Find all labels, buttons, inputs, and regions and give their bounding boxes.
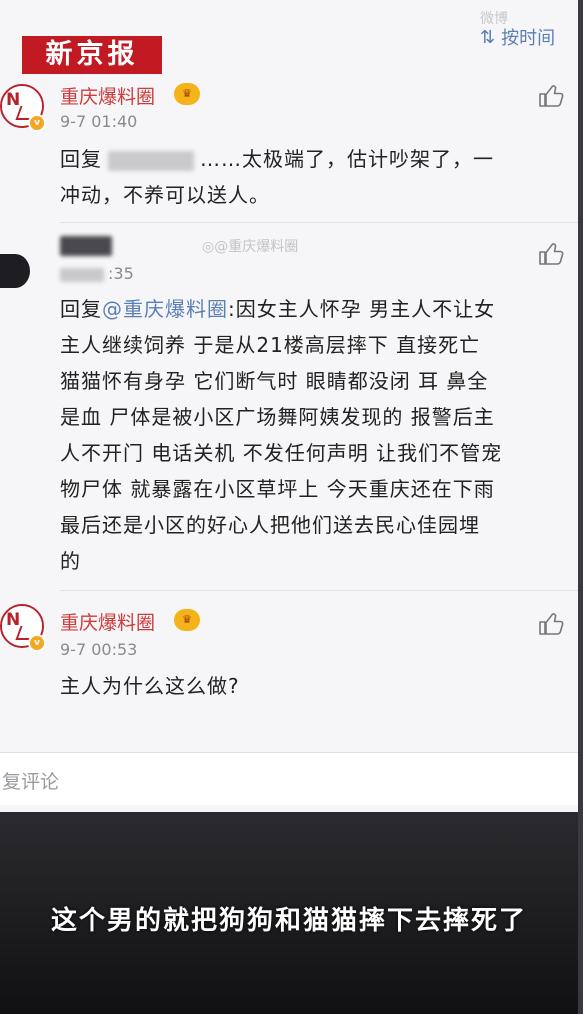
comment-username[interactable]: 重庆爆料圈	[60, 82, 155, 109]
verified-badge-icon: v	[28, 114, 46, 132]
comment-line: 主人继续饲养 于是从21楼高层摔下 直接死亡	[60, 333, 481, 357]
comment-line: 的	[60, 549, 81, 573]
weibo-logo-icon: ◎	[202, 239, 215, 255]
comment-line: 物尸体 就暴露在小区草坪上 今天重庆还在下雨	[60, 477, 495, 501]
comment-text-line1: ……太极端了，估计吵架了，一	[200, 147, 494, 171]
comment-text: 回复 ……太极端了，估计吵架了，一 冲动，不养可以送人。	[60, 141, 494, 213]
video-frame-edge	[578, 0, 583, 1014]
weibo-watermark: ◎@重庆爆料圈	[202, 239, 299, 255]
comment-time: :35	[60, 264, 134, 283]
vip-crown-icon: ♛	[174, 609, 200, 631]
comment-line: 人不开门 电话关机 不发任何声明 让我们不管宠	[60, 441, 503, 465]
avatar[interactable]: N v	[0, 604, 46, 652]
divider	[60, 222, 578, 223]
avatar[interactable]: N v	[0, 84, 46, 132]
divider	[60, 590, 578, 591]
comment-line: 猫猫怀有身孕 它们断气时 眼睛都没闭 耳 鼻全	[60, 369, 489, 393]
weibo-comment-screen: 微博 新京报 ⇅ 按时间 N v 重庆爆料圈 ♛ 9-7 01:40 回复 ……太…	[0, 0, 578, 812]
sort-by-time-button[interactable]: ⇅ 按时间	[480, 24, 555, 50]
redacted-username	[60, 236, 112, 256]
sort-label: 按时间	[501, 28, 556, 49]
reply-prefix: 回复	[60, 147, 102, 171]
comment-time: 9-7 00:53	[60, 640, 138, 659]
comment-text: 主人为什么这么做?	[60, 674, 240, 698]
reply-input-placeholder: 复评论	[2, 771, 60, 793]
mention-link[interactable]: @重庆爆料圈	[102, 297, 228, 321]
thumbs-up-icon[interactable]	[538, 242, 564, 266]
comment-time: 9-7 01:40	[60, 112, 138, 131]
comment-username[interactable]: 重庆爆料圈	[60, 608, 155, 635]
avatar[interactable]	[0, 254, 30, 288]
reply-comment-input[interactable]: 复评论	[0, 752, 578, 805]
xinjingbao-logo: 新京报	[22, 36, 162, 74]
avatar-letter: N	[6, 610, 21, 630]
redacted-date	[60, 267, 104, 282]
vip-crown-icon: ♛	[174, 83, 200, 105]
comment-line: :因女主人怀孕 男主人不让女	[228, 297, 496, 321]
comment-text-line2: 冲动，不养可以送人。	[60, 183, 270, 207]
comment-line: 最后还是小区的好心人把他们送去民心佳园埋	[60, 513, 480, 537]
comment-text: 回复@重庆爆料圈:因女主人怀孕 男主人不让女 主人继续饲养 于是从21楼高层摔下…	[60, 291, 575, 579]
sort-icon: ⇅	[480, 26, 496, 48]
reply-prefix: 回复	[60, 297, 102, 321]
video-subtitle: 这个男的就把狗狗和猫猫摔下去摔死了	[50, 906, 527, 936]
comment-line: 是血 尸体是被小区广场舞阿姨发现的 报警后主	[60, 405, 495, 429]
thumbs-up-icon[interactable]	[538, 84, 564, 108]
redacted-username	[108, 150, 194, 171]
avatar-letter: N	[6, 90, 21, 110]
thumbs-up-icon[interactable]	[538, 612, 564, 636]
verified-badge-icon: v	[28, 634, 46, 652]
